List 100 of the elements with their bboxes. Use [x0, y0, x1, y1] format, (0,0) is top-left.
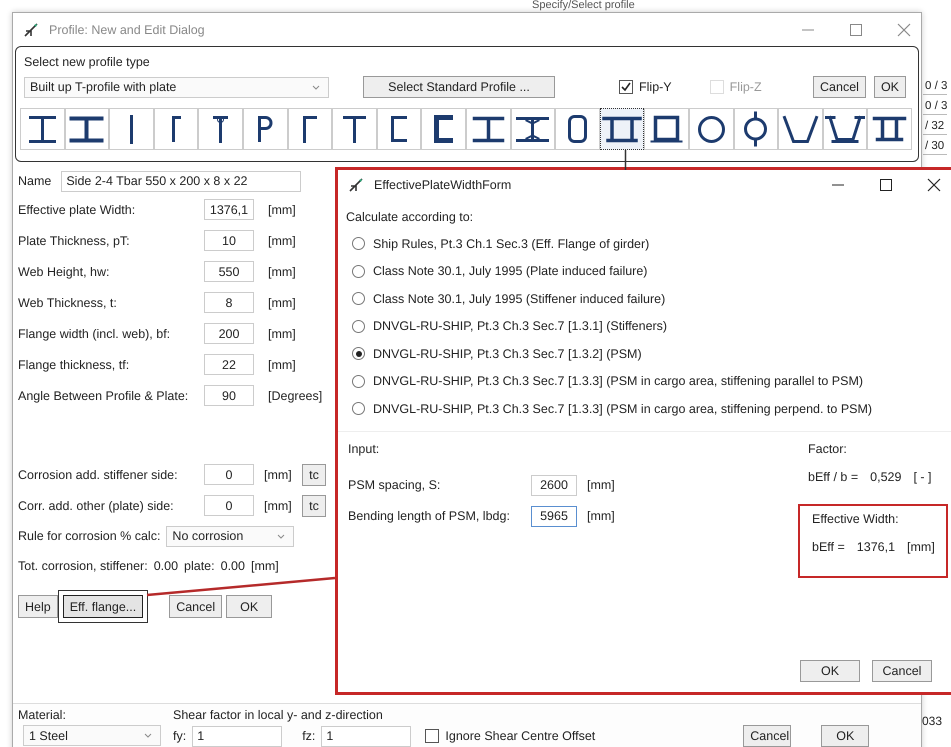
- i-beam-icon: [28, 114, 57, 144]
- ok-button[interactable]: OK: [226, 595, 272, 618]
- field-label: fz:: [302, 729, 316, 743]
- number-field[interactable]: 5965: [531, 506, 577, 526]
- radio-button[interactable]: [352, 347, 365, 360]
- field-label: Bending length of PSM, lbdg:: [348, 509, 511, 523]
- field-label: Corrosion add. stiffener side:: [18, 468, 179, 482]
- radio-button[interactable]: [352, 264, 365, 278]
- channel-icon: [434, 115, 454, 143]
- value-text: 0.00: [154, 559, 178, 573]
- radio-button[interactable]: [352, 320, 365, 333]
- unit-label: [ - ]: [913, 470, 932, 484]
- field-label: Select new profile type: [24, 55, 151, 69]
- ok-button[interactable]: OK: [800, 660, 860, 682]
- number-field[interactable]: 550: [204, 261, 254, 282]
- close-icon[interactable]: [927, 178, 941, 192]
- fz-field[interactable]: 1: [321, 726, 412, 746]
- tc-button[interactable]: tc: [302, 464, 326, 486]
- unit-label: [mm]: [250, 559, 279, 573]
- material-dropdown[interactable]: 1 Steel: [23, 725, 161, 746]
- field-label: Web Thickness, t:: [18, 296, 118, 310]
- radio-label: DNVGL-RU-SHIP, Pt.3 Ch.3 Sec.7 [1.3.3] (PSM in cargo area, stiffening perpend. to PSM): [373, 402, 872, 416]
- unit-label: [mm]: [267, 296, 296, 310]
- field-label: Flange width (incl. web), bf:: [18, 326, 172, 340]
- pi-profile-icon: [872, 116, 908, 142]
- table-cell: / 30: [923, 138, 948, 155]
- section-heading: Factor:: [808, 442, 848, 456]
- field-label: Shear factor in local y- and z-direction: [173, 708, 384, 722]
- caret-icon: [277, 534, 286, 538]
- profile-shape-button[interactable]: [600, 108, 644, 150]
- bulb-profile-icon: [257, 115, 274, 143]
- cancel-button[interactable]: Cancel: [872, 660, 932, 682]
- app-icon: [23, 22, 39, 38]
- table-cell: 033: [922, 714, 942, 728]
- rounded-box-icon: [566, 114, 588, 144]
- section-heading: Calculate according to:: [346, 210, 474, 224]
- caret-icon: [144, 733, 152, 738]
- number-field[interactable]: 90: [204, 385, 254, 406]
- window-title: Profile: New and Edit Dialog: [49, 22, 205, 36]
- number-field[interactable]: 22: [204, 354, 254, 375]
- field-label: fy:: [173, 729, 186, 743]
- checkbox[interactable]: [619, 80, 633, 94]
- number-field[interactable]: 0: [204, 464, 254, 485]
- number-field[interactable]: 0: [204, 495, 254, 516]
- unit-label: [mm]: [267, 264, 296, 278]
- ok-button[interactable]: OK: [874, 76, 906, 98]
- fy-field[interactable]: 1: [192, 726, 282, 746]
- radio-button[interactable]: [352, 374, 365, 388]
- radio-label: Ship Rules, Pt.3 Ch.1 Sec.3 (Eff. Flange of girder): [373, 236, 650, 251]
- trough-icon: [824, 114, 865, 144]
- field-label: Material:: [18, 708, 67, 722]
- radio-button[interactable]: [352, 292, 365, 306]
- unit-label: [mm]: [587, 478, 615, 492]
- caret-icon: [312, 84, 320, 90]
- unit-label: [mm]: [267, 234, 296, 248]
- result-label: bEff / b =: [808, 470, 858, 484]
- number-field[interactable]: 200: [204, 323, 254, 344]
- value-text: 0.00: [220, 559, 245, 573]
- i-beam-icon: [472, 116, 505, 142]
- select-standard-profile-button[interactable]: Select Standard Profile ...: [363, 76, 555, 98]
- angle-icon: [302, 114, 318, 144]
- radio-label: DNVGL-RU-SHIP, Pt.3 Ch.3 Sec.7 [1.3.3] (PSM in cargo area, stiffening parallel to PSM): [373, 374, 864, 388]
- table-cell: 0 / 3: [923, 78, 948, 95]
- checkbox[interactable]: [425, 729, 440, 743]
- pipe-icon: [743, 111, 768, 147]
- radio-button[interactable]: [352, 402, 365, 416]
- corrosion-rule-dropdown[interactable]: No corrosion: [166, 526, 294, 546]
- maximize-icon[interactable]: [879, 178, 893, 192]
- section-heading: Input:: [348, 442, 380, 456]
- cancel-button[interactable]: Cancel: [743, 725, 792, 747]
- ok-button[interactable]: OK: [821, 725, 870, 747]
- number-field[interactable]: 2600: [531, 474, 577, 496]
- checkbox-label: Ignore Shear Centre Offset: [445, 729, 596, 743]
- unit-label: [mm]: [907, 540, 935, 554]
- number-field[interactable]: 1376,1: [204, 199, 254, 220]
- cancel-button[interactable]: Cancel: [813, 76, 866, 98]
- box-icon: [649, 114, 684, 144]
- t-bar-icon: [342, 114, 367, 144]
- i-beam-icon: [69, 116, 104, 142]
- number-field[interactable]: 10: [204, 230, 254, 251]
- cancel-button[interactable]: Cancel: [169, 595, 222, 618]
- radio-button[interactable]: [352, 237, 365, 250]
- tc-button[interactable]: tc: [302, 494, 326, 516]
- radio-label: DNVGL-RU-SHIP, Pt.3 Ch.3 Sec.7 [1.3.2] (PSM): [373, 346, 642, 361]
- field-label: Plate Thickness, pT:: [18, 234, 131, 248]
- section-heading: Specify/Select profile: [532, 0, 635, 11]
- name-field[interactable]: Side 2-4 Tbar 550 x 200 x 8 x 22: [61, 170, 302, 192]
- help-button[interactable]: Help: [18, 595, 58, 618]
- unit-label: [mm]: [587, 509, 615, 523]
- number-field[interactable]: 8: [204, 292, 254, 313]
- table-cell: 0 / 3: [923, 98, 948, 115]
- bulb-bar-icon: [212, 114, 230, 144]
- field-label: Angle Between Profile & Plate:: [18, 388, 190, 402]
- radio-label: Class Note 30.1, July 1995 (Stiffener induced failure): [373, 292, 666, 306]
- result-value: 0,529: [870, 470, 902, 484]
- radio-label: Class Note 30.1, July 1995 (Plate induced failure): [373, 264, 648, 278]
- checkbox-label: Flip-Z: [730, 80, 762, 94]
- profile-type-dropdown[interactable]: Built up T-profile with plate: [24, 76, 329, 98]
- field-label: PSM spacing, S:: [348, 478, 442, 492]
- field-label: Name: [18, 174, 52, 188]
